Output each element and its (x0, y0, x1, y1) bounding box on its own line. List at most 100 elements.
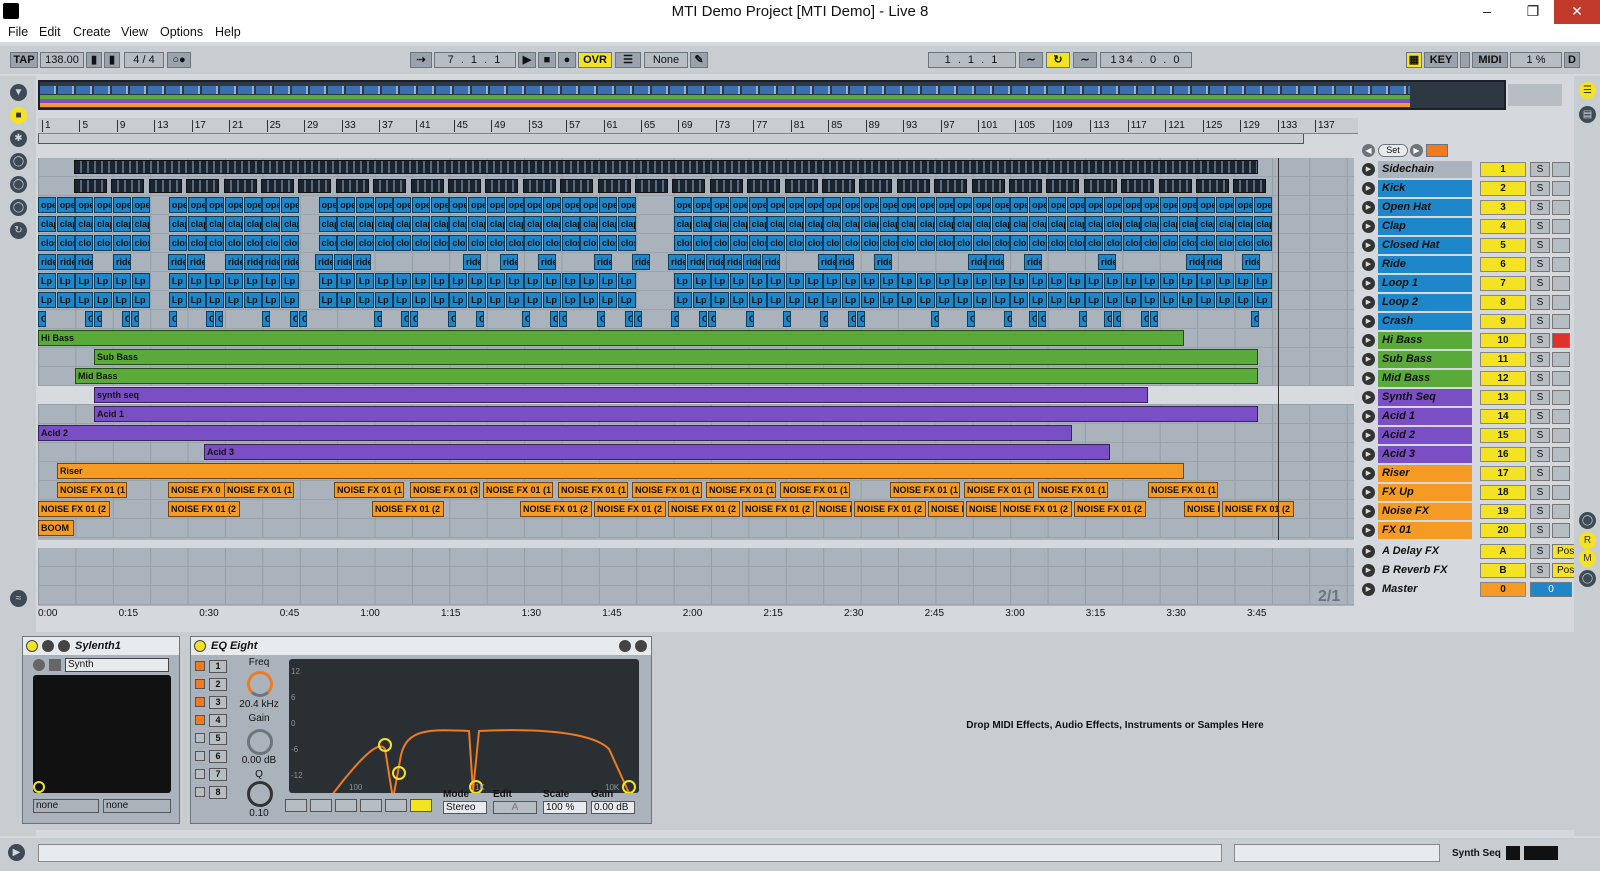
clip[interactable]: clap (692, 216, 711, 232)
clip[interactable]: clos (112, 235, 131, 251)
arm-button[interactable] (1552, 504, 1570, 519)
band-select-button[interactable]: 4 (209, 714, 227, 727)
clip[interactable]: clap (673, 216, 692, 232)
sends-toggle-icon[interactable]: R (1579, 532, 1596, 549)
clip[interactable]: Lp (786, 292, 804, 308)
quantize-menu-button[interactable]: ☰ (615, 52, 641, 68)
arm-button[interactable] (1552, 428, 1570, 443)
clip[interactable]: C (262, 311, 270, 327)
clip[interactable]: C (671, 311, 679, 327)
menu-view[interactable]: View (121, 25, 148, 39)
clip[interactable]: ride (836, 254, 854, 270)
clip[interactable]: C (476, 311, 484, 327)
clip[interactable]: ope (673, 197, 692, 213)
clip[interactable]: ope (767, 197, 786, 213)
clip[interactable]: Lp (1122, 273, 1141, 289)
clip[interactable]: C (410, 311, 418, 327)
clip[interactable]: Lp (1103, 292, 1122, 308)
clip[interactable]: clap (916, 216, 935, 232)
computer-midi-keyboard-button[interactable]: ▦ (1406, 52, 1422, 68)
track-activator-button[interactable]: 0 (1480, 582, 1526, 597)
clip[interactable]: Lp (355, 273, 374, 289)
track-activator-button[interactable]: 9 (1480, 314, 1526, 329)
arm-button[interactable] (1552, 371, 1570, 386)
clip[interactable]: ope (1234, 197, 1253, 213)
track-name[interactable]: Clap (1378, 218, 1472, 235)
track-activator-button[interactable]: 17 (1480, 466, 1526, 481)
plugin-save-icon[interactable] (49, 659, 61, 671)
track-name[interactable]: Synth Seq (1378, 389, 1472, 406)
clip[interactable]: clap (206, 216, 225, 232)
arm-button[interactable] (1552, 466, 1570, 481)
clip[interactable]: ope (56, 197, 75, 213)
clip[interactable]: Lp (1010, 273, 1029, 289)
clip[interactable]: ope (1197, 197, 1216, 213)
clip[interactable]: Lp (412, 292, 430, 308)
clip[interactable]: clap (225, 216, 243, 232)
eq-on-icon[interactable] (194, 640, 206, 652)
clip[interactable]: Lp (991, 292, 1010, 308)
arrangement-view[interactable]: ope ope ope ope ope ope ope ope ope ope ope ope ope o… (38, 158, 1354, 540)
track-fold-icon[interactable]: ▶ (1362, 277, 1375, 290)
clip[interactable]: NOISE FX 01 (1 (890, 482, 960, 498)
clip[interactable]: C (1251, 311, 1259, 327)
clip[interactable]: Lp (542, 292, 561, 308)
clip[interactable]: ope (1216, 197, 1235, 213)
clip[interactable]: C (1004, 311, 1012, 327)
clip[interactable]: ope (1066, 197, 1085, 213)
clip[interactable]: Lp (1216, 273, 1235, 289)
xy-handle-icon[interactable] (33, 781, 45, 793)
edit-ab-switch[interactable]: A (493, 801, 537, 814)
clip[interactable]: clap (337, 216, 356, 232)
clip[interactable]: ope (1047, 197, 1066, 213)
arrangement-view-toggle-icon[interactable]: ▤ (1579, 106, 1596, 123)
crossfader-toggle-icon[interactable]: ◯ (1579, 570, 1596, 587)
midi-clip-strip[interactable] (934, 179, 968, 193)
clip[interactable]: clos (393, 235, 412, 251)
metronome-button[interactable]: ○● (167, 52, 191, 68)
track-header[interactable]: ▶ Riser 17 S (1360, 464, 1574, 483)
clip[interactable]: Lp (1234, 273, 1253, 289)
clip[interactable]: clos (524, 235, 543, 251)
clip[interactable]: clos (1234, 235, 1253, 251)
menu-help[interactable]: Help (215, 25, 241, 39)
clip[interactable]: C (1150, 311, 1158, 327)
clip[interactable]: NOISE F (928, 501, 964, 517)
sylenth-device[interactable]: Sylenth1 Synth none none (22, 636, 180, 824)
arm-button[interactable] (1552, 390, 1570, 405)
track-name[interactable]: Kick (1378, 180, 1472, 197)
track-header[interactable]: ▶ Crash 9 S (1360, 312, 1574, 331)
midi-clip-strip[interactable] (635, 179, 668, 193)
clip[interactable]: clos (243, 235, 262, 251)
track-fold-icon[interactable]: ▶ (1362, 182, 1375, 195)
midi-clip-strip[interactable] (597, 179, 631, 193)
clip[interactable]: clap (1178, 216, 1197, 232)
clip[interactable]: Lp (748, 292, 767, 308)
midi-clip-strip[interactable] (859, 179, 893, 193)
clip[interactable]: Lp (729, 292, 748, 308)
clip[interactable]: ride (1024, 254, 1042, 270)
clip[interactable]: Lp (973, 273, 991, 289)
next-locator-icon[interactable]: ▶ (1410, 144, 1423, 157)
clip[interactable]: Lp (449, 292, 468, 308)
clip[interactable]: C (708, 311, 716, 327)
midi-clip-strip[interactable] (1009, 179, 1042, 193)
clip[interactable]: ope (468, 197, 487, 213)
track-lane-13[interactable]: synth seq (38, 386, 1354, 405)
clip[interactable]: clos (374, 235, 393, 251)
track-name[interactable]: Ride (1378, 256, 1472, 273)
clip[interactable]: clap (168, 216, 187, 232)
clip[interactable]: ope (617, 197, 636, 213)
clip[interactable]: Lp (767, 292, 786, 308)
solo-button[interactable]: S (1530, 181, 1550, 196)
clip[interactable]: clos (505, 235, 524, 251)
clip[interactable]: NOISE FX 01 (2 (854, 501, 926, 517)
clip[interactable]: Lp (112, 273, 131, 289)
band-select-button[interactable]: 8 (209, 786, 227, 799)
clip[interactable]: Lp (1141, 273, 1160, 289)
return-tracks-lanes[interactable] (38, 548, 1354, 606)
clip[interactable]: NOISE FX 01 (1 (632, 482, 702, 498)
clip[interactable]: C (374, 311, 382, 327)
clip[interactable]: clos (729, 235, 748, 251)
clip[interactable]: clos (692, 235, 711, 251)
